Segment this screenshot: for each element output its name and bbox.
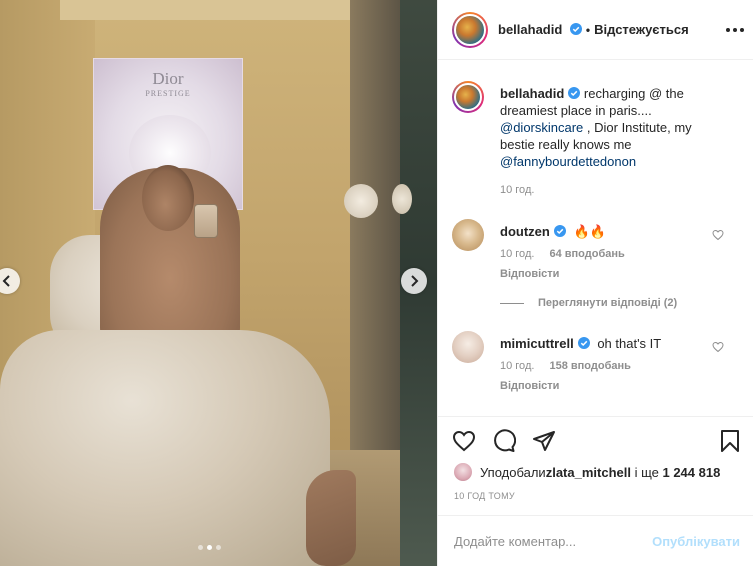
chevron-left-icon xyxy=(2,275,10,287)
photo-lamp-reflection xyxy=(392,184,412,214)
reply-button[interactable]: Відповісти xyxy=(500,378,720,395)
comment-likes[interactable]: 158 вподобань xyxy=(549,360,630,372)
liker-avatar xyxy=(454,463,472,481)
share-icon[interactable] xyxy=(532,429,556,453)
likes-count[interactable]: 1 244 818 xyxy=(662,465,720,480)
comment-text: oh that's IT xyxy=(597,336,662,351)
caption-body: bellahadid recharging @ the dreamiest pl… xyxy=(500,85,720,199)
comments-list[interactable]: bellahadid recharging @ the dreamiest pl… xyxy=(438,61,753,416)
caption-time[interactable]: 10 год. xyxy=(500,182,720,199)
photo-lamp xyxy=(344,184,378,218)
comment-item: doutzen 🔥🔥 10 год. 64 вподобань Відповіс… xyxy=(452,219,748,309)
post-side-panel: bellahadid • Відстежується bellahadid re… xyxy=(437,0,753,566)
comment-likes[interactable]: 64 вподобань xyxy=(549,248,624,260)
publish-button[interactable]: Опублікувати xyxy=(652,534,740,549)
more-icon-dot xyxy=(733,28,737,32)
liked-by-prefix: Уподобали xyxy=(480,464,546,480)
more-options-button[interactable] xyxy=(726,22,744,38)
lightbox-brand: Dior xyxy=(152,69,184,88)
add-comment-bar: Опублікувати xyxy=(438,515,753,566)
caption-username[interactable]: bellahadid xyxy=(500,86,564,101)
comment-input[interactable] xyxy=(454,533,653,549)
commenter-avatar[interactable] xyxy=(452,331,484,363)
photo-ceiling xyxy=(60,0,370,20)
post-header: bellahadid • Відстежується xyxy=(438,0,753,60)
comment-time[interactable]: 10 год. xyxy=(500,360,534,372)
caption-mention-fanny[interactable]: @fannybourdettedonon xyxy=(500,154,636,169)
view-replies-label: Переглянути відповіді (2) xyxy=(538,297,678,309)
bookmark-icon[interactable] xyxy=(718,429,742,453)
photo-leg xyxy=(306,470,356,566)
liked-by-middle: і ще xyxy=(630,464,663,480)
comment-time[interactable]: 10 год. xyxy=(500,248,534,260)
more-icon-dot xyxy=(726,28,730,32)
carousel-next-button[interactable] xyxy=(401,268,427,294)
comment-meta: 10 год. 64 вподобань xyxy=(500,246,720,263)
post-caption: bellahadid recharging @ the dreamiest pl… xyxy=(452,81,748,201)
comment-item: mimicuttrell oh that's IT 10 год. 158 вп… xyxy=(452,331,748,411)
comment-meta: 10 год. 158 вподобань xyxy=(500,358,720,375)
carousel-indicator xyxy=(198,545,221,550)
post-actions: Уподобали zlata_mitchell і ще 1 244 818 … xyxy=(438,416,753,506)
author-username[interactable]: bellahadid xyxy=(498,22,582,37)
view-replies-line xyxy=(500,302,524,304)
comment-body: doutzen 🔥🔥 10 год. 64 вподобань Відповіс… xyxy=(500,223,720,283)
carousel-dot xyxy=(198,545,203,550)
comment-body: mimicuttrell oh that's IT 10 год. 158 вп… xyxy=(500,335,720,395)
verified-icon xyxy=(568,87,581,99)
post-media[interactable]: Dior PRESTIGE xyxy=(0,0,437,566)
chevron-right-icon xyxy=(411,275,419,287)
caption-mention-diorskincare[interactable]: @diorskincare xyxy=(500,120,583,135)
header-separator: • xyxy=(585,22,591,37)
following-button[interactable]: Відстежується xyxy=(594,22,689,37)
commenter-avatar[interactable] xyxy=(452,219,484,251)
commenter-username[interactable]: mimicuttrell xyxy=(500,336,574,351)
carousel-dot-active xyxy=(207,545,212,550)
comment-icon[interactable] xyxy=(492,429,516,453)
photo-phone xyxy=(194,204,218,238)
liked-by-user[interactable]: zlata_mitchell xyxy=(546,465,631,480)
post-timestamp[interactable]: 10 ГОД ТОМУ xyxy=(454,491,515,501)
action-icons xyxy=(452,429,556,453)
photo-person-head xyxy=(142,165,194,231)
comment-text: 🔥🔥 xyxy=(573,224,606,239)
lightbox-subtitle: PRESTIGE xyxy=(145,89,191,98)
photo-bed xyxy=(0,330,330,566)
liked-by-line[interactable]: Уподобали zlata_mitchell і ще 1 244 818 xyxy=(454,463,720,481)
comment-like-heart-icon[interactable] xyxy=(712,341,724,353)
verified-icon xyxy=(577,337,590,349)
commenter-username[interactable]: doutzen xyxy=(500,224,550,239)
verified-icon xyxy=(569,23,582,35)
comment-like-heart-icon[interactable] xyxy=(712,229,724,241)
carousel-dot xyxy=(216,545,221,550)
like-heart-icon[interactable] xyxy=(452,429,476,453)
author-avatar[interactable] xyxy=(452,11,488,48)
reply-button[interactable]: Відповісти xyxy=(500,266,720,283)
caption-avatar[interactable] xyxy=(452,81,484,113)
view-replies-button[interactable]: Переглянути відповіді (2) xyxy=(500,297,677,309)
verified-icon xyxy=(553,225,566,237)
more-icon-dot xyxy=(740,28,744,32)
